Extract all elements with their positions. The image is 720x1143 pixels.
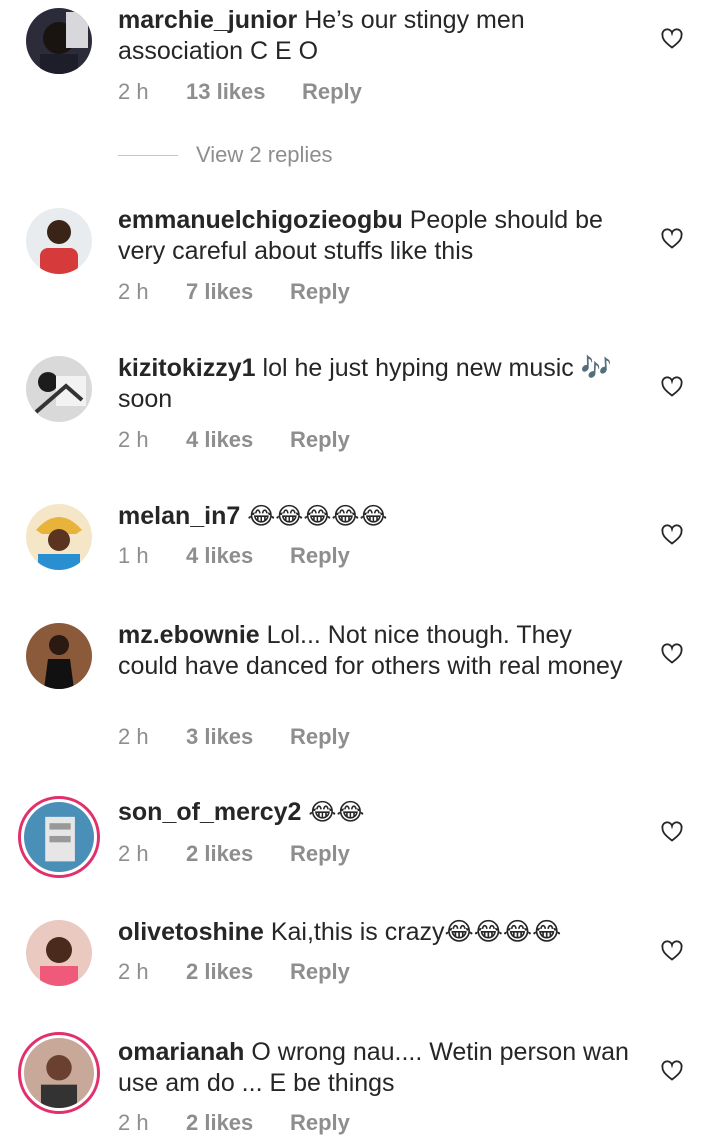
comment-likes[interactable]: 7 likes — [186, 277, 290, 307]
avatar[interactable] — [26, 504, 92, 570]
reply-button[interactable]: Reply — [290, 957, 350, 987]
reply-button[interactable]: Reply — [290, 839, 350, 869]
comment-meta: 1 h 4 likes Reply — [118, 541, 350, 571]
comment-time: 2 h — [118, 724, 149, 749]
comment-username[interactable]: melan_in7 — [118, 502, 240, 530]
comment-username[interactable]: mz.ebownie — [118, 621, 260, 649]
comment-likes[interactable]: 13 likes — [186, 77, 302, 107]
avatar-story-ring[interactable] — [18, 796, 100, 878]
comment-meta: 2 h 7 likes Reply — [118, 277, 350, 307]
comment-meta: 2 h 2 likes Reply — [118, 839, 350, 869]
avatar — [24, 802, 94, 872]
heart-outline-icon[interactable] — [660, 523, 684, 547]
comment-body: 😂😂 — [308, 799, 365, 826]
comment-meta: 2 h 4 likes Reply — [118, 425, 350, 455]
avatar[interactable] — [26, 8, 92, 74]
comment-meta: 2 h 2 likes Reply — [118, 957, 350, 987]
avatar-story-ring[interactable] — [18, 1032, 100, 1114]
comment-meta: 2 h 13 likes Reply — [118, 77, 362, 107]
view-replies-button[interactable]: View 2 replies — [118, 140, 333, 170]
comment-text: omarianah O wrong nau.... Wetin person w… — [118, 1037, 638, 1099]
comment-likes[interactable]: 3 likes — [186, 722, 290, 752]
comment-likes[interactable]: 4 likes — [186, 541, 290, 571]
comment-username[interactable]: omarianah — [118, 1038, 244, 1066]
comment-likes[interactable]: 2 likes — [186, 839, 290, 869]
comment-likes[interactable]: 4 likes — [186, 425, 290, 455]
comment-time: 2 h — [118, 1110, 149, 1135]
comment-text: marchie_junior He’s our stingy men assoc… — [118, 5, 638, 67]
comment-time: 2 h — [118, 841, 149, 866]
comment-text: emmanuelchigozieogbu People should be ve… — [118, 205, 638, 267]
avatar[interactable] — [26, 208, 92, 274]
heart-outline-icon[interactable] — [660, 27, 684, 51]
comment-text: olivetoshine Kai,this is crazy😂😂😂😂 — [118, 917, 638, 948]
avatar[interactable] — [26, 356, 92, 422]
comment-time: 2 h — [118, 279, 149, 304]
reply-button[interactable]: Reply — [302, 77, 362, 107]
comment-username[interactable]: kizitokizzy1 — [118, 354, 256, 382]
reply-button[interactable]: Reply — [290, 425, 350, 455]
heart-outline-icon[interactable] — [660, 227, 684, 251]
heart-outline-icon[interactable] — [660, 1059, 684, 1083]
heart-outline-icon[interactable] — [660, 375, 684, 399]
heart-outline-icon[interactable] — [660, 820, 684, 844]
avatar[interactable] — [26, 623, 92, 689]
avatar — [24, 1038, 94, 1108]
reply-button[interactable]: Reply — [290, 541, 350, 571]
comment-time: 2 h — [118, 427, 149, 452]
view-replies-divider — [118, 154, 178, 156]
comment-text: kizitokizzy1 lol he just hyping new musi… — [118, 353, 638, 415]
comment-username[interactable]: olivetoshine — [118, 918, 264, 946]
comment-text: mz.ebownie Lol... Not nice though. They … — [118, 620, 638, 682]
comment-meta: 2 h 3 likes Reply — [118, 722, 350, 752]
heart-outline-icon[interactable] — [660, 642, 684, 666]
reply-button[interactable]: Reply — [290, 277, 350, 307]
comment-body: Kai,this is crazy😂😂😂😂 — [270, 918, 562, 946]
comment-username[interactable]: emmanuelchigozieogbu — [118, 206, 403, 234]
comment-text: son_of_mercy2 😂😂 — [118, 797, 638, 828]
avatar[interactable] — [26, 920, 92, 986]
comment-time: 2 h — [118, 959, 149, 984]
comment-likes[interactable]: 2 likes — [186, 1108, 290, 1138]
comment-meta: 2 h 2 likes Reply — [118, 1108, 350, 1138]
comment-likes[interactable]: 2 likes — [186, 957, 290, 987]
comment-username[interactable]: marchie_junior — [118, 6, 297, 34]
comment-username[interactable]: son_of_mercy2 — [118, 798, 301, 826]
comment-body: 😂😂😂😂😂 — [247, 503, 388, 530]
view-replies-label: View 2 replies — [196, 142, 333, 167]
reply-button[interactable]: Reply — [290, 1108, 350, 1138]
comment-text: melan_in7 😂😂😂😂😂 — [118, 501, 638, 532]
comment-time: 1 h — [118, 543, 149, 568]
reply-button[interactable]: Reply — [290, 722, 350, 752]
heart-outline-icon[interactable] — [660, 939, 684, 963]
comment-time: 2 h — [118, 79, 149, 104]
